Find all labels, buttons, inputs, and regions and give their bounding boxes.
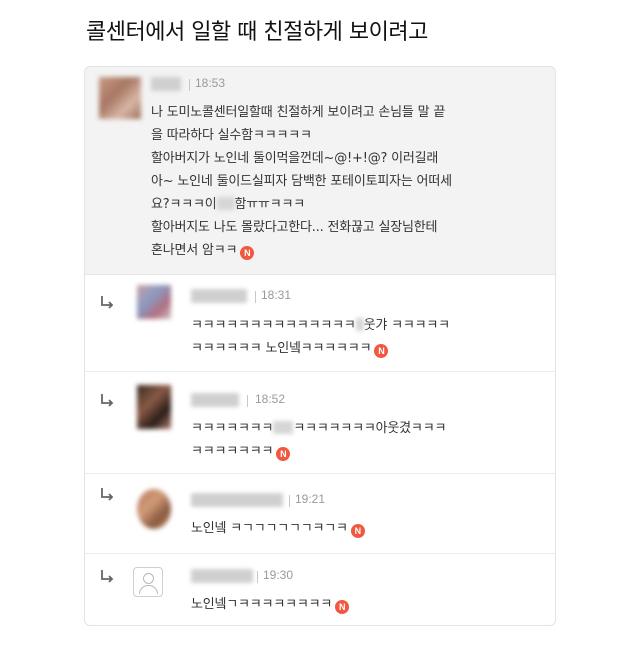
comment-line: 할아버지도 나도 몰랐다고한다... 전화끊고 실장님한테 (151, 220, 438, 235)
reply-body: 노인넼 ㅋㄱㄱㄱㄱㄱㄱㅋㄱㅋ N (191, 517, 365, 540)
comment-line: 노인넼ㄱㅋㅋㅋㅋㅋㅋㅋㅋ N (191, 593, 350, 616)
comment-time: 18:53 (195, 76, 226, 90)
avatar[interactable] (137, 385, 171, 429)
reply-arrow-icon (101, 394, 114, 407)
divider (85, 371, 555, 372)
new-badge: N (335, 600, 350, 614)
avatar[interactable] (137, 285, 171, 319)
avatar[interactable] (137, 489, 171, 529)
divider (247, 395, 248, 407)
comment-line: ㅋㅋㅋㅋㅋㅋ 노인넼ㅋㅋㅋㅋㅋㅋ N (191, 337, 450, 360)
author-name[interactable] (191, 493, 283, 507)
post-title: 콜센터에서 일할 때 친절하게 보이려고 (86, 20, 428, 45)
reply-body: ㅋㅋㅋㅋㅋㅋㅋㅋㅋㅋㅋㅋㅋㅋ 웃갸 ㅋㅋㅋㅋㅋ ㅋㅋㅋㅋㅋㅋ 노인넼ㅋㅋㅋㅋㅋㅋ N (191, 314, 450, 360)
new-badge: N (276, 447, 291, 461)
comment-line: 노인넼 ㅋㄱㄱㄱㄱㄱㄱㅋㄱㅋ N (191, 517, 365, 540)
comment-time: 19:21 (295, 492, 326, 506)
comment-line: 요?ㅋㅋㅋ이 함ㅠㅠㅋㅋㅋ (151, 197, 306, 212)
divider (85, 553, 555, 554)
censored-word (273, 421, 294, 434)
reply-body: 노인넼ㄱㅋㅋㅋㅋㅋㅋㅋㅋ N (191, 593, 350, 616)
comment-time: 19:30 (263, 568, 294, 582)
author-name[interactable] (191, 289, 247, 303)
censored-word (355, 318, 364, 331)
comment-body: 나 도미노콜센터일할때 친절하게 보이려고 손님들 말 끝 을 따라하다 실수함… (151, 101, 452, 262)
comment-line: 아~ 노인네 둘이드실피자 담백한 포테이토피자는 어떠세 (151, 174, 452, 189)
comment-line: 할아버지가 노인네 둘이먹을껀데~@!+!@? 이러길래 (151, 151, 439, 166)
comment-time: 18:52 (255, 392, 286, 406)
divider (189, 79, 190, 91)
comment-line: 을 따라하다 실수함ㅋㅋㅋㅋㅋ (151, 128, 312, 143)
avatar[interactable] (99, 77, 141, 119)
new-badge: N (374, 344, 389, 358)
comment-line: ㅋㅋㅋㅋㅋㅋㅋㅋㅋㅋㅋㅋㅋㅋ 웃갸 ㅋㅋㅋㅋㅋ (191, 318, 450, 333)
divider (85, 473, 555, 474)
comment-time: 18:31 (261, 288, 292, 302)
main-comment: 18:53 나 도미노콜센터일할때 친절하게 보이려고 손님들 말 끝 을 따라… (85, 67, 555, 275)
comment-thread: 18:53 나 도미노콜센터일할때 친절하게 보이려고 손님들 말 끝 을 따라… (84, 66, 556, 626)
new-badge: N (350, 524, 365, 538)
reply-arrow-icon (101, 488, 114, 501)
divider (255, 291, 256, 303)
author-name[interactable] (151, 77, 181, 91)
comment-line: 혼나면서 암ㅋㅋ N (151, 239, 452, 262)
reply-arrow-icon (101, 570, 114, 583)
reply-body: ㅋㅋㅋㅋㅋㅋㅋ ㅋㅋㅋㅋㅋㅋㅋ아웃겼ㅋㅋㅋ ㅋㅋㅋㅋㅋㅋㅋ N (191, 417, 446, 463)
comment-line: ㅋㅋㅋㅋㅋㅋㅋ ㅋㅋㅋㅋㅋㅋㅋ아웃겼ㅋㅋㅋ (191, 421, 447, 436)
reply-arrow-icon (101, 296, 114, 309)
author-name[interactable] (191, 393, 239, 407)
comment-line: ㅋㅋㅋㅋㅋㅋㅋ N (191, 440, 446, 463)
author-name[interactable] (191, 569, 253, 583)
new-badge: N (240, 246, 255, 260)
divider (289, 495, 290, 507)
default-avatar-icon[interactable] (133, 567, 163, 597)
censored-word (216, 197, 235, 210)
comment-line: 나 도미노콜센터일할때 친절하게 보이려고 손님들 말 끝 (151, 105, 446, 120)
divider (257, 571, 258, 583)
